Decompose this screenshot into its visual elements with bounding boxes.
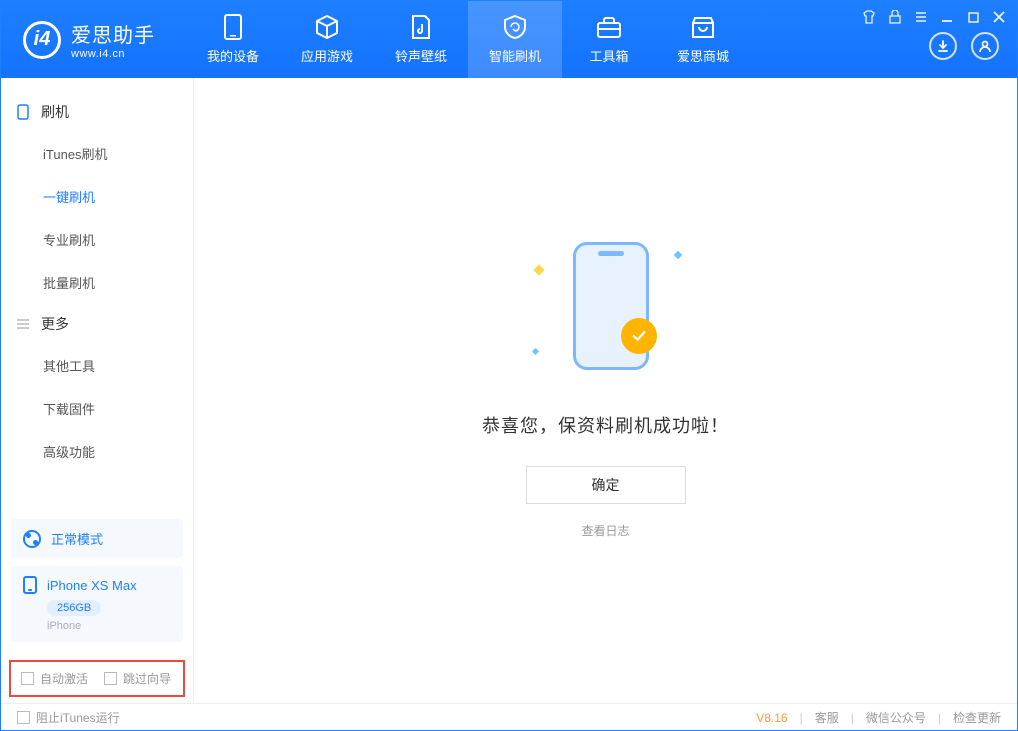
sidebar-group-flash[interactable]: 刷机 [1,92,193,132]
checkbox-icon [104,672,117,685]
lock-icon[interactable] [887,9,903,25]
wechat-link[interactable]: 微信公众号 [866,709,926,726]
checkbox-block-itunes[interactable]: 阻止iTunes运行 [17,709,120,726]
highlighted-checkbox-row: 自动激活 跳过向导 [9,660,185,697]
mode-icon [23,530,41,548]
checkbox-icon [21,672,34,685]
app-header: i4 爱思助手 www.i4.cn 我的设备 应用游戏 铃声壁纸 智能刷机 工具… [1,1,1017,78]
device-card[interactable]: iPhone XS Max 256GB iPhone [11,566,183,642]
sidebar-item-oneclick-flash[interactable]: 一键刷机 [1,175,193,218]
toolbox-icon [594,14,624,40]
device-type: iPhone [47,620,171,632]
storage-badge: 256GB [47,600,101,616]
checkbox-auto-activate[interactable]: 自动激活 [21,670,88,687]
store-icon [688,14,718,40]
menu-icon[interactable] [913,9,929,25]
sidebar-item-advanced[interactable]: 高级功能 [1,430,193,473]
sidebar-item-pro-flash[interactable]: 专业刷机 [1,218,193,261]
footer: 阻止iTunes运行 V8.16 | 客服 | 微信公众号 | 检查更新 [1,703,1017,731]
check-badge-icon [621,318,657,354]
app-url: www.i4.cn [71,48,155,60]
tab-toolbox[interactable]: 工具箱 [562,1,656,78]
phone-icon [23,576,37,594]
tab-apps-games[interactable]: 应用游戏 [280,1,374,78]
checkbox-skip-guide[interactable]: 跳过向导 [104,670,171,687]
close-icon[interactable] [991,9,1007,25]
tab-store[interactable]: 爱思商城 [656,1,750,78]
sidebar-item-download-firmware[interactable]: 下载固件 [1,387,193,430]
cube-icon [312,14,342,40]
tab-smart-flash[interactable]: 智能刷机 [468,1,562,78]
sidebar: 刷机 iTunes刷机 一键刷机 专业刷机 批量刷机 更多 其他工具 下载固件 … [1,78,194,703]
version-label[interactable]: V8.16 [756,711,787,725]
tab-my-device[interactable]: 我的设备 [186,1,280,78]
success-illustration [561,242,651,372]
device-name-row: iPhone XS Max [23,576,171,594]
header-user-icons [929,32,999,60]
mode-label: 正常模式 [51,529,103,548]
tab-ringtone-wallpaper[interactable]: 铃声壁纸 [374,1,468,78]
device-name: iPhone XS Max [47,578,137,593]
device-icon [218,14,248,40]
logo-icon: i4 [23,21,61,59]
device-panel: 正常模式 iPhone XS Max 256GB iPhone [1,519,193,650]
logo-area[interactable]: i4 爱思助手 www.i4.cn [1,19,186,60]
ok-button[interactable]: 确定 [526,466,686,504]
download-icon[interactable] [929,32,957,60]
nav-tabs: 我的设备 应用游戏 铃声壁纸 智能刷机 工具箱 爱思商城 [186,1,750,78]
maximize-icon[interactable] [965,9,981,25]
success-message: 恭喜您，保资料刷机成功啦！ [482,412,729,438]
minimize-icon[interactable] [939,9,955,25]
main-content: 恭喜您，保资料刷机成功啦！ 确定 查看日志 [194,78,1017,703]
window-controls [861,9,1007,25]
app-name: 爱思助手 [71,19,155,48]
list-icon [15,318,31,330]
check-update-link[interactable]: 检查更新 [953,709,1001,726]
music-file-icon [406,14,436,40]
view-log-link[interactable]: 查看日志 [581,522,629,539]
phone-outline-icon [15,104,31,120]
mode-card[interactable]: 正常模式 [11,519,183,558]
app-body: 刷机 iTunes刷机 一键刷机 专业刷机 批量刷机 更多 其他工具 下载固件 … [1,78,1017,703]
user-icon[interactable] [971,32,999,60]
shirt-icon[interactable] [861,9,877,25]
sidebar-group-more[interactable]: 更多 [1,304,193,344]
sidebar-item-itunes-flash[interactable]: iTunes刷机 [1,132,193,175]
sidebar-item-other-tools[interactable]: 其他工具 [1,344,193,387]
support-link[interactable]: 客服 [815,709,839,726]
sidebar-item-batch-flash[interactable]: 批量刷机 [1,261,193,304]
shield-refresh-icon [500,14,530,40]
checkbox-icon [17,711,30,724]
